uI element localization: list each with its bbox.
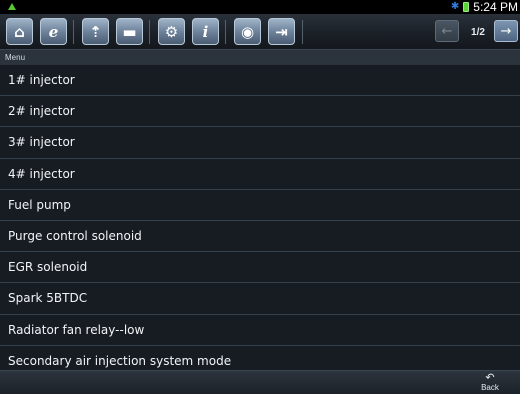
signal-triangle-icon (8, 3, 16, 10)
vehicle-lift-button[interactable]: ⇡ (82, 18, 109, 45)
back-label: Back (481, 383, 499, 392)
menu-header: Menu (0, 50, 520, 65)
browser-button[interactable]: e (40, 18, 67, 45)
home-button[interactable]: ⌂ (6, 18, 33, 45)
vehicle-lift-icon: ⇡ (89, 22, 102, 41)
toolbar-divider (302, 20, 303, 44)
browser-icon: e (48, 22, 59, 41)
info-button[interactable]: i (192, 18, 219, 45)
toolbar-divider (149, 20, 150, 44)
arrow-left-icon: ← (441, 23, 453, 39)
camera-button[interactable]: ◉ (234, 18, 261, 45)
list-item[interactable]: Radiator fan relay--low (0, 314, 520, 346)
bottom-bar: ↶ Back (0, 370, 520, 394)
exit-icon: ⇥ (275, 22, 288, 41)
status-time: 5:24 PM (473, 0, 518, 14)
message-button[interactable]: ▬ (116, 18, 143, 45)
status-indicators: ✱ 5:24 PM (451, 0, 520, 14)
list-item[interactable]: 3# injector (0, 127, 520, 159)
page-indicator: 1/2 (471, 27, 485, 38)
list-item[interactable]: EGR solenoid (0, 252, 520, 284)
camera-icon: ◉ (240, 22, 255, 41)
back-arrow-icon: ↶ (485, 371, 495, 384)
toolbar-divider (73, 20, 74, 44)
list-item[interactable]: Fuel pump (0, 189, 520, 221)
list-item[interactable]: 2# injector (0, 96, 520, 128)
prev-page-button[interactable]: ← (435, 20, 459, 42)
home-icon: ⌂ (14, 22, 25, 41)
list-item[interactable]: 1# injector (0, 65, 520, 97)
toolbar: ⌂ e ⇡ ▬ ⚙ i ◉ ⇥ ← 1/2 → (0, 14, 520, 50)
list-item[interactable]: 4# injector (0, 158, 520, 190)
list-item[interactable]: Secondary air injection system mode (0, 345, 520, 370)
message-icon: ▬ (122, 22, 137, 41)
next-page-button[interactable]: → (494, 20, 518, 42)
settings-icon: ⚙ (164, 22, 179, 41)
menu-list[interactable]: 1# injector 2# injector 3# injector 4# i… (0, 65, 520, 370)
list-item[interactable]: Purge control solenoid (0, 220, 520, 253)
status-bar: ✱ 5:24 PM (0, 0, 520, 14)
arrow-right-icon: → (500, 23, 512, 39)
list-item[interactable]: Spark 5BTDC (0, 283, 520, 315)
back-button[interactable]: ↶ Back (478, 372, 502, 394)
bluetooth-icon: ✱ (450, 1, 460, 12)
exit-button[interactable]: ⇥ (268, 18, 295, 45)
battery-icon (463, 2, 470, 12)
settings-button[interactable]: ⚙ (158, 18, 185, 45)
info-icon: i (202, 22, 209, 41)
toolbar-divider (225, 20, 226, 44)
